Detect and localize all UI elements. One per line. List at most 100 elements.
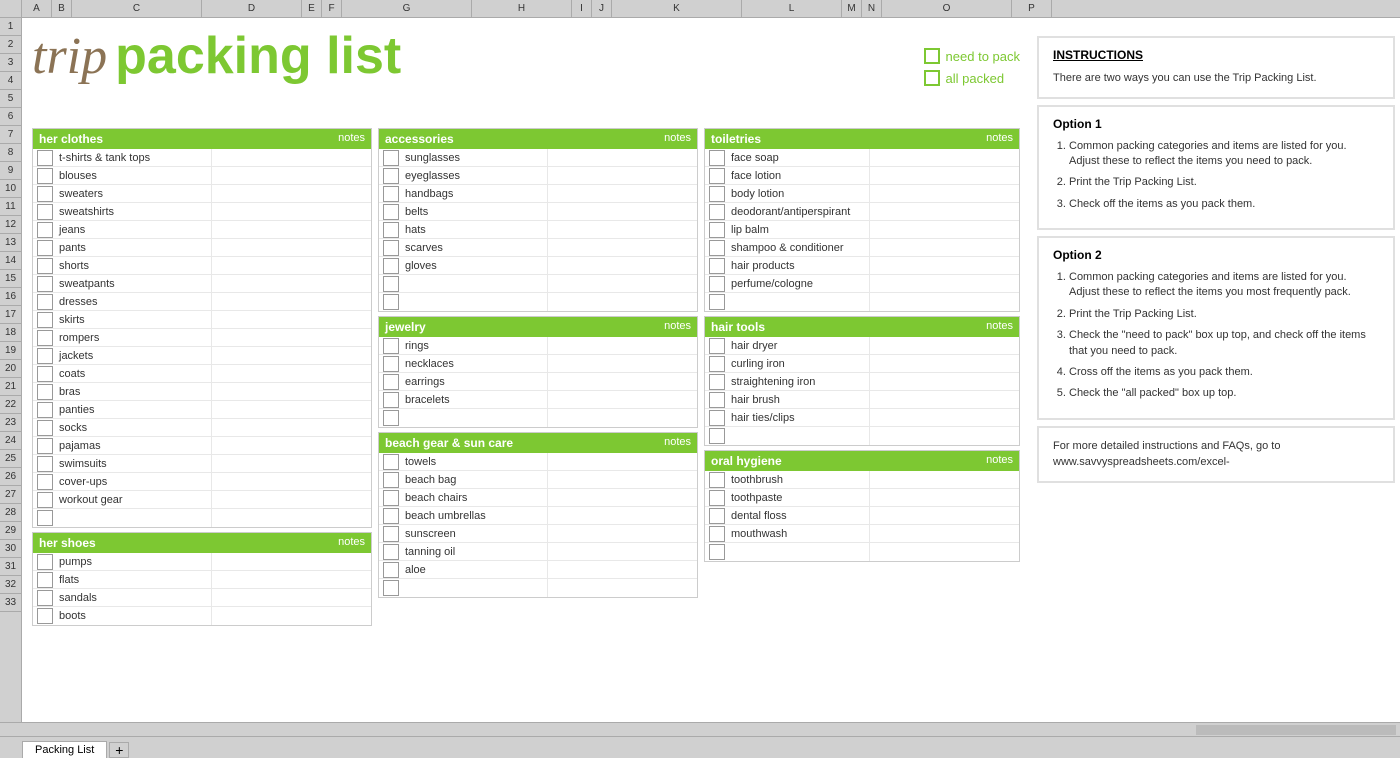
- item-notes-field[interactable]: [211, 509, 371, 527]
- item-notes-field[interactable]: [211, 311, 371, 328]
- item-checkbox[interactable]: [37, 402, 53, 418]
- item-notes-field[interactable]: [211, 401, 371, 418]
- item-checkbox[interactable]: [709, 150, 725, 166]
- item-notes-field[interactable]: [211, 167, 371, 184]
- item-notes-field[interactable]: [211, 419, 371, 436]
- item-checkbox[interactable]: [709, 294, 725, 310]
- item-notes-field[interactable]: [869, 427, 1019, 445]
- item-checkbox[interactable]: [383, 392, 399, 408]
- item-checkbox[interactable]: [383, 204, 399, 220]
- item-checkbox[interactable]: [709, 240, 725, 256]
- item-checkbox[interactable]: [709, 222, 725, 238]
- item-checkbox[interactable]: [37, 456, 53, 472]
- item-checkbox[interactable]: [709, 356, 725, 372]
- item-checkbox[interactable]: [37, 186, 53, 202]
- item-checkbox[interactable]: [383, 472, 399, 488]
- item-notes-field[interactable]: [547, 391, 697, 408]
- item-notes-field[interactable]: [869, 275, 1019, 292]
- item-notes-field[interactable]: [869, 373, 1019, 390]
- item-checkbox[interactable]: [709, 186, 725, 202]
- item-notes-field[interactable]: [211, 221, 371, 238]
- item-notes-field[interactable]: [869, 257, 1019, 274]
- item-checkbox[interactable]: [37, 554, 53, 570]
- item-notes-field[interactable]: [869, 167, 1019, 184]
- item-checkbox[interactable]: [383, 508, 399, 524]
- item-notes-field[interactable]: [547, 373, 697, 390]
- item-checkbox[interactable]: [37, 204, 53, 220]
- item-notes-field[interactable]: [211, 257, 371, 274]
- all-packed-checkbox[interactable]: [924, 70, 940, 86]
- item-checkbox[interactable]: [709, 410, 725, 426]
- item-checkbox[interactable]: [37, 168, 53, 184]
- item-checkbox[interactable]: [37, 348, 53, 364]
- item-notes-field[interactable]: [547, 471, 697, 488]
- item-checkbox[interactable]: [383, 294, 399, 310]
- item-checkbox[interactable]: [709, 374, 725, 390]
- item-notes-field[interactable]: [869, 391, 1019, 408]
- item-checkbox[interactable]: [37, 312, 53, 328]
- item-notes-field[interactable]: [547, 149, 697, 166]
- item-notes-field[interactable]: [547, 453, 697, 470]
- item-checkbox[interactable]: [709, 544, 725, 560]
- item-checkbox[interactable]: [709, 168, 725, 184]
- item-notes-field[interactable]: [547, 293, 697, 311]
- item-notes-field[interactable]: [869, 489, 1019, 506]
- item-notes-field[interactable]: [211, 329, 371, 346]
- item-notes-field[interactable]: [211, 383, 371, 400]
- item-checkbox[interactable]: [37, 474, 53, 490]
- item-checkbox[interactable]: [37, 240, 53, 256]
- item-checkbox[interactable]: [709, 258, 725, 274]
- item-notes-field[interactable]: [547, 579, 697, 597]
- item-checkbox[interactable]: [37, 222, 53, 238]
- item-notes-field[interactable]: [547, 525, 697, 542]
- item-notes-field[interactable]: [869, 525, 1019, 542]
- item-notes-field[interactable]: [869, 543, 1019, 561]
- item-checkbox[interactable]: [383, 544, 399, 560]
- item-notes-field[interactable]: [211, 275, 371, 292]
- item-checkbox[interactable]: [37, 276, 53, 292]
- item-notes-field[interactable]: [211, 491, 371, 508]
- item-notes-field[interactable]: [869, 337, 1019, 354]
- item-notes-field[interactable]: [869, 355, 1019, 372]
- item-notes-field[interactable]: [869, 185, 1019, 202]
- item-checkbox[interactable]: [37, 510, 53, 526]
- item-notes-field[interactable]: [869, 507, 1019, 524]
- item-notes-field[interactable]: [211, 365, 371, 382]
- item-checkbox[interactable]: [37, 590, 53, 606]
- item-notes-field[interactable]: [211, 185, 371, 202]
- add-sheet-button[interactable]: +: [109, 742, 129, 758]
- item-checkbox[interactable]: [383, 580, 399, 596]
- item-checkbox[interactable]: [709, 490, 725, 506]
- item-checkbox[interactable]: [37, 384, 53, 400]
- item-notes-field[interactable]: [869, 409, 1019, 426]
- item-checkbox[interactable]: [709, 472, 725, 488]
- item-notes-field[interactable]: [547, 409, 697, 427]
- item-checkbox[interactable]: [383, 562, 399, 578]
- item-checkbox[interactable]: [37, 572, 53, 588]
- item-notes-field[interactable]: [547, 221, 697, 238]
- item-checkbox[interactable]: [709, 204, 725, 220]
- item-checkbox[interactable]: [37, 492, 53, 508]
- item-notes-field[interactable]: [869, 239, 1019, 256]
- item-notes-field[interactable]: [211, 149, 371, 166]
- item-checkbox[interactable]: [37, 438, 53, 454]
- item-notes-field[interactable]: [547, 543, 697, 560]
- item-notes-field[interactable]: [547, 489, 697, 506]
- item-checkbox[interactable]: [709, 428, 725, 444]
- need-to-pack-checkbox[interactable]: [924, 48, 940, 64]
- item-checkbox[interactable]: [383, 490, 399, 506]
- item-checkbox[interactable]: [383, 258, 399, 274]
- item-checkbox[interactable]: [709, 276, 725, 292]
- item-checkbox[interactable]: [383, 356, 399, 372]
- item-notes-field[interactable]: [211, 607, 371, 625]
- item-checkbox[interactable]: [37, 150, 53, 166]
- item-notes-field[interactable]: [211, 347, 371, 364]
- item-checkbox[interactable]: [37, 420, 53, 436]
- item-notes-field[interactable]: [547, 355, 697, 372]
- item-notes-field[interactable]: [211, 455, 371, 472]
- item-checkbox[interactable]: [383, 240, 399, 256]
- item-notes-field[interactable]: [211, 571, 371, 588]
- item-notes-field[interactable]: [547, 167, 697, 184]
- item-notes-field[interactable]: [547, 203, 697, 220]
- item-notes-field[interactable]: [547, 257, 697, 274]
